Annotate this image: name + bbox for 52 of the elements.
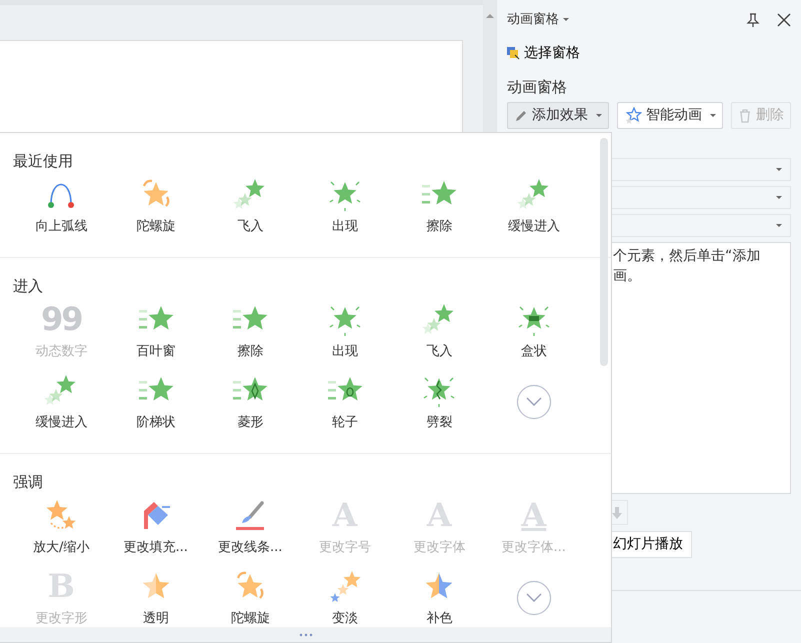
chevron-down-icon	[526, 592, 542, 602]
expand-more-button[interactable]	[516, 580, 551, 614]
effect-option[interactable]: 透明	[108, 568, 203, 627]
pin-icon[interactable]	[745, 12, 761, 28]
effect-option[interactable]: 补色	[392, 568, 486, 627]
expand-more-button[interactable]	[516, 384, 551, 418]
section-heading: 动画窗格	[507, 76, 568, 98]
effect-option[interactable]: 放大/缩小	[14, 497, 108, 556]
effect-option[interactable]: 变淡	[298, 568, 392, 627]
effect-option[interactable]: 陀螺旋	[108, 176, 203, 235]
selection-pane-link[interactable]: 选择窗格	[507, 42, 580, 64]
effect-option[interactable]: 更改填充...	[108, 497, 203, 556]
caret-icon	[596, 114, 602, 117]
effect-option[interactable]: 飞入	[392, 301, 486, 360]
effect-option[interactable]: 百叶窗	[108, 301, 203, 360]
effect-option[interactable]: 出现	[298, 301, 392, 360]
effect-option[interactable]: 更改线条...	[203, 497, 298, 556]
down-arrow-icon	[611, 506, 623, 518]
effect-option[interactable]: 劈裂	[392, 372, 486, 431]
section-heading: 进入	[12, 276, 44, 296]
star-icon	[624, 106, 642, 124]
pane-title[interactable]: 动画窗格	[507, 10, 559, 30]
resize-grip-icon[interactable]	[298, 632, 312, 636]
caret-icon	[710, 114, 716, 117]
effect-option[interactable]: 陀螺旋	[203, 568, 298, 627]
pencil-icon	[514, 108, 528, 122]
caret-icon[interactable]	[563, 18, 569, 22]
close-icon[interactable]	[777, 12, 791, 27]
effect-option[interactable]: 轮子	[298, 372, 392, 431]
scrollbar-thumb[interactable]	[600, 138, 608, 366]
section-heading: 最近使用	[12, 151, 74, 171]
caret-icon	[776, 196, 782, 199]
toolbar-button[interactable]: 智能动画	[617, 102, 723, 129]
effect-option[interactable]: 向上弧线	[14, 176, 108, 235]
chevron-down-icon	[526, 396, 542, 406]
trash-icon	[738, 108, 752, 122]
caret-icon	[776, 224, 782, 227]
caret-icon	[776, 168, 782, 171]
effect-option[interactable]: 阶梯状	[108, 372, 203, 431]
hint-text: 画。	[613, 267, 642, 286]
toolbar-button[interactable]: 添加效果	[507, 102, 609, 129]
effect-option[interactable]: 缓慢进入	[14, 372, 108, 431]
effect-option[interactable]: 出现	[298, 176, 392, 235]
hint-text: 个元素，然后单击“添加	[613, 247, 762, 266]
effect-option[interactable]: 飞入	[203, 176, 298, 235]
effect-option[interactable]: 擦除	[392, 176, 486, 235]
effect-option[interactable]: 擦除	[203, 301, 298, 360]
section-heading: 强调	[12, 472, 44, 492]
effect-option[interactable]: 菱形	[203, 372, 298, 431]
effect-option[interactable]: 盒状	[486, 301, 581, 360]
layers-icon	[507, 46, 520, 60]
effect-option[interactable]: 缓慢进入	[486, 176, 581, 235]
